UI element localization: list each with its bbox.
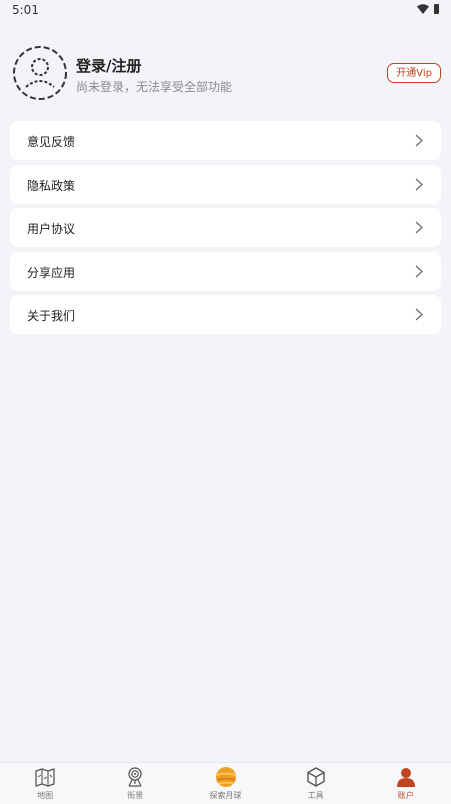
login-register-title[interactable]: 登录/注册 [76, 55, 141, 76]
profile-header[interactable]: 登录/注册 尚未登录，无法享受全部功能 开通Vip [10, 44, 441, 102]
menu-item-label: 意见反馈 [27, 135, 76, 149]
account-icon [396, 768, 415, 787]
tab-label: 街景 [127, 791, 144, 800]
tab-label: 工具 [307, 791, 324, 800]
menu-item-user-agreement[interactable]: 用户协议 [10, 208, 441, 247]
open-vip-button[interactable]: 开通Vip [387, 63, 441, 83]
status-bar: 5:01 [0, 0, 451, 22]
tab-label: 账户 [397, 791, 414, 800]
login-hint-text: 尚未登录，无法享受全部功能 [76, 80, 233, 94]
chevron-right-icon [415, 178, 423, 190]
tab-tools[interactable]: 工具 [271, 763, 361, 804]
cube-icon [307, 767, 325, 787]
tab-map[interactable]: 地图 [0, 763, 90, 804]
chevron-right-icon [415, 134, 423, 147]
tab-account[interactable]: 账户 [361, 763, 451, 804]
tab-explore-moon[interactable]: 探索月球 [180, 763, 270, 804]
menu-item-label: 关于我们 [27, 309, 76, 323]
tab-street-view[interactable]: 街景 [90, 763, 180, 804]
menu-item-label: 隐私政策 [27, 178, 76, 193]
menu-item-privacy-policy[interactable]: 隐私政策 [10, 164, 441, 204]
tab-label: 地图 [37, 791, 54, 800]
menu-item-about-us[interactable]: 关于我们 [10, 295, 441, 334]
avatar-icon[interactable] [12, 45, 68, 101]
battery-icon [434, 4, 439, 14]
chevron-right-icon [415, 308, 423, 321]
menu-item-label: 分享应用 [27, 265, 76, 280]
map-icon [35, 768, 55, 787]
street-view-icon [128, 767, 142, 787]
moon-icon [215, 767, 236, 787]
menu-item-label: 用户协议 [27, 222, 76, 236]
settings-menu: 意见反馈 隐私政策 用户协议 分享应用 关于我们 [10, 121, 441, 339]
bottom-tab-bar: 地图 街景 探索月球 工具 账户 [0, 762, 451, 804]
chevron-right-icon [415, 265, 423, 277]
menu-item-feedback[interactable]: 意见反馈 [10, 121, 441, 160]
status-time: 5:01 [12, 3, 39, 17]
tab-label: 探索月球 [209, 791, 242, 800]
wifi-icon [417, 4, 429, 14]
menu-item-share-app[interactable]: 分享应用 [10, 251, 441, 291]
status-icons [417, 4, 439, 14]
chevron-right-icon [415, 221, 423, 234]
